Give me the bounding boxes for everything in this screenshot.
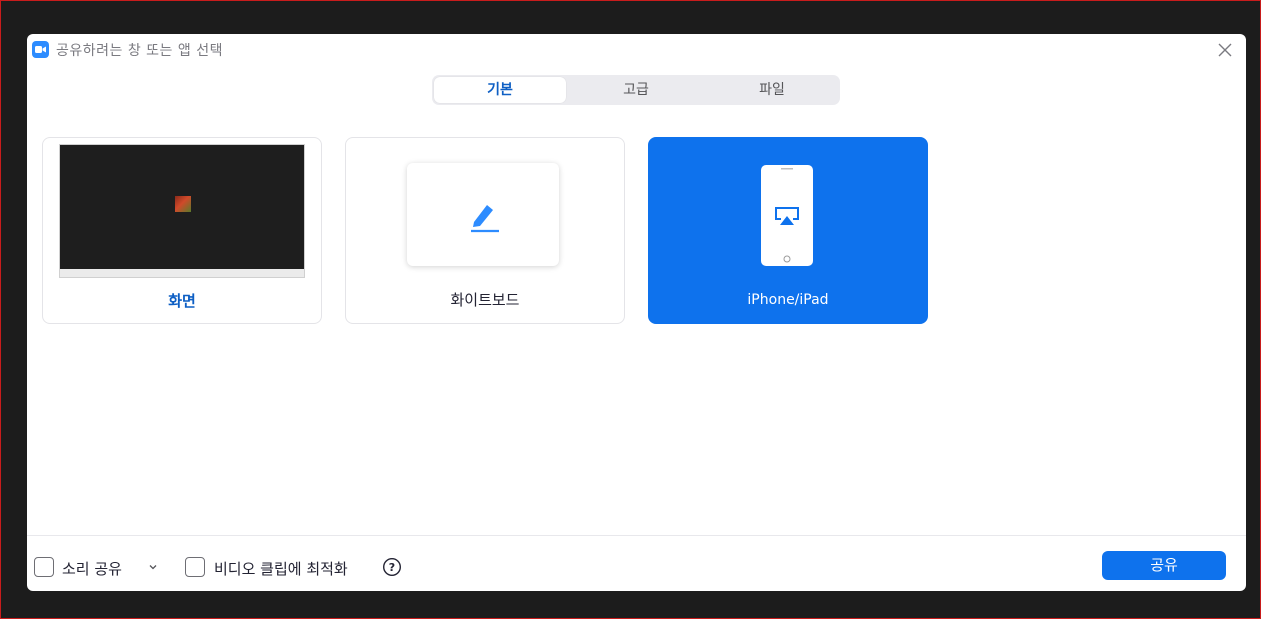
svg-text:?: ? <box>389 561 395 574</box>
zoom-app-icon <box>32 41 49 58</box>
share-card-whiteboard[interactable]: 화이트보드 <box>345 137 625 324</box>
card-label-screen: 화면 <box>168 292 196 310</box>
whiteboard-preview <box>407 163 559 266</box>
close-button[interactable] <box>1216 41 1234 59</box>
chevron-down-icon[interactable] <box>147 561 159 573</box>
tab-basic[interactable]: 기본 <box>434 77 566 103</box>
card-label-iphone-ipad: iPhone/iPad <box>747 292 829 308</box>
app-backdrop: 공유하려는 창 또는 앱 선택 기본 고급 파일 화면 화이트보드 iPhone… <box>0 0 1261 619</box>
pen-icon <box>471 205 499 233</box>
card-label-whiteboard: 화이트보드 <box>450 291 520 309</box>
window-title: 공유하려는 창 또는 앱 선택 <box>56 43 223 59</box>
share-sound-checkbox[interactable] <box>34 557 54 577</box>
footer-divider <box>27 535 1246 536</box>
tab-advanced[interactable]: 고급 <box>570 77 702 103</box>
close-icon <box>1218 43 1232 57</box>
phone-graphic <box>761 165 813 266</box>
optimize-video-checkbox[interactable] <box>185 557 205 577</box>
share-sound-label: 소리 공유 <box>62 560 122 578</box>
share-card-iphone-ipad[interactable]: iPhone/iPad <box>648 137 928 324</box>
airplay-icon <box>775 207 799 225</box>
title-bar: 공유하려는 창 또는 앱 선택 <box>27 34 1246 64</box>
screen-thumbnail <box>59 144 305 278</box>
share-mode-tabs: 기본 고급 파일 <box>432 75 840 105</box>
share-dialog: 공유하려는 창 또는 앱 선택 기본 고급 파일 화면 화이트보드 iPhone… <box>27 34 1246 591</box>
share-card-screen[interactable]: 화면 <box>42 137 322 324</box>
share-button[interactable]: 공유 <box>1102 551 1226 580</box>
tab-files[interactable]: 파일 <box>706 77 838 103</box>
help-icon[interactable]: ? <box>382 557 402 577</box>
optimize-video-label: 비디오 클립에 최적화 <box>214 560 348 578</box>
thumbnail-image <box>175 196 191 212</box>
thumbnail-taskbar <box>60 269 304 277</box>
